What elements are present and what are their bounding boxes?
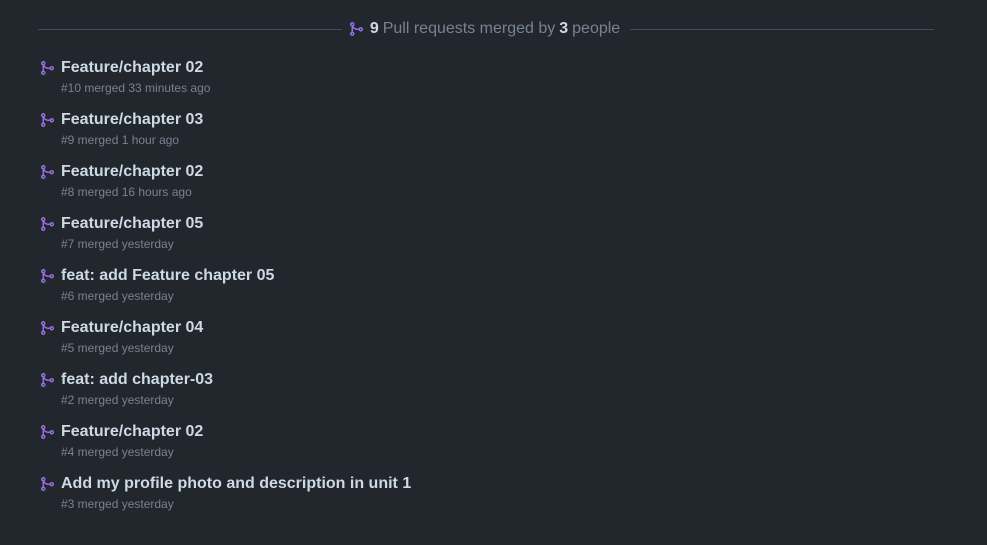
pull-request-meta: #7 merged yesterday bbox=[61, 237, 174, 251]
git-merge-icon bbox=[41, 165, 55, 179]
list-item: Feature/chapter 05 #7 merged yesterday bbox=[38, 214, 934, 266]
pull-request-title-link[interactable]: Add my profile photo and description in … bbox=[61, 474, 934, 494]
pull-request-meta: #3 merged yesterday bbox=[61, 497, 174, 511]
git-merge-icon bbox=[41, 217, 55, 231]
pull-request-meta: #6 merged yesterday bbox=[61, 289, 174, 303]
list-item: Feature/chapter 02 #10 merged 33 minutes… bbox=[38, 58, 934, 110]
pull-request-meta: #8 merged 16 hours ago bbox=[61, 185, 192, 199]
summary-text: Pull requests merged by bbox=[382, 20, 556, 37]
git-merge-icon bbox=[41, 477, 55, 491]
divider-left bbox=[38, 28, 342, 30]
list-item: Feature/chapter 03 #9 merged 1 hour ago bbox=[38, 110, 934, 162]
pull-request-meta: #4 merged yesterday bbox=[61, 445, 174, 459]
pull-request-meta: #5 merged yesterday bbox=[61, 341, 174, 355]
pull-request-title-link[interactable]: Feature/chapter 05 bbox=[61, 214, 934, 234]
pull-request-title-link[interactable]: Feature/chapter 02 bbox=[61, 58, 934, 78]
git-merge-icon bbox=[41, 425, 55, 439]
list-item: feat: add chapter-03 #2 merged yesterday bbox=[38, 370, 934, 422]
pull-request-meta: #10 merged 33 minutes ago bbox=[61, 81, 211, 95]
people-count: 3 bbox=[559, 20, 569, 37]
list-item: Feature/chapter 02 #8 merged 16 hours ag… bbox=[38, 162, 934, 214]
pull-request-title-link[interactable]: feat: add Feature chapter 05 bbox=[61, 266, 934, 286]
list-item: Feature/chapter 02 #4 merged yesterday bbox=[38, 422, 934, 474]
summary-text-end: people bbox=[572, 20, 621, 37]
merged-pull-requests-panel: 9 Pull requests merged by 3 people Featu… bbox=[0, 0, 987, 545]
pull-request-meta: #9 merged 1 hour ago bbox=[61, 133, 180, 147]
merged-summary-header: 9 Pull requests merged by 3 people bbox=[38, 18, 935, 40]
pull-request-title-link[interactable]: feat: add chapter-03 bbox=[61, 370, 934, 390]
list-item: Feature/chapter 04 #5 merged yesterday bbox=[38, 318, 934, 370]
list-item: Add my profile photo and description in … bbox=[38, 474, 934, 526]
pull-request-title-link[interactable]: Feature/chapter 02 bbox=[61, 162, 934, 182]
git-merge-icon bbox=[349, 22, 363, 36]
pull-request-list: Feature/chapter 02 #10 merged 33 minutes… bbox=[38, 58, 934, 526]
git-merge-icon bbox=[41, 373, 55, 387]
git-merge-icon bbox=[41, 321, 55, 335]
pull-request-title-link[interactable]: Feature/chapter 04 bbox=[61, 318, 934, 338]
git-merge-icon bbox=[41, 113, 55, 127]
git-merge-icon bbox=[41, 61, 55, 75]
pr-count: 9 bbox=[369, 20, 379, 37]
git-merge-icon bbox=[41, 269, 55, 283]
divider-right bbox=[630, 28, 935, 30]
list-item: feat: add Feature chapter 05 #6 merged y… bbox=[38, 266, 934, 318]
merged-summary: 9 Pull requests merged by 3 people bbox=[342, 20, 630, 38]
pull-request-meta: #2 merged yesterday bbox=[61, 393, 174, 407]
pull-request-title-link[interactable]: Feature/chapter 02 bbox=[61, 422, 934, 442]
pull-request-title-link[interactable]: Feature/chapter 03 bbox=[61, 110, 934, 130]
